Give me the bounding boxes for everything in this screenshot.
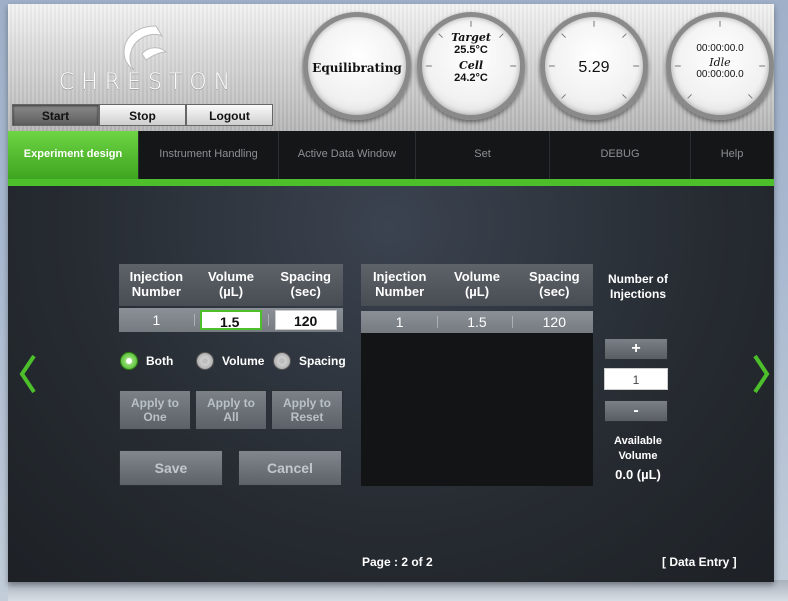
temperature-gauge: Target 25.5°C Cell 24.2°C <box>417 12 525 120</box>
reading-value: 5.29 <box>578 59 610 76</box>
list-header: Injection Number Volume (µL) Spacing (sec) <box>361 264 593 306</box>
editor-volume-cell: 1.5 <box>194 310 269 330</box>
main-content: Injection Number Volume (µL) Spacing (sec) … <box>8 186 774 582</box>
volume-input[interactable]: 1.5 <box>200 310 262 330</box>
editor-spacing-cell: 120 <box>268 310 343 330</box>
header-button-row: Start Stop Logout <box>12 104 273 126</box>
desktop-shadow <box>8 580 788 601</box>
radio-both-label: Both <box>146 354 174 368</box>
available-volume-value: 0.0 (µL) <box>615 467 661 482</box>
next-page-arrow-icon[interactable] <box>751 352 771 396</box>
divider <box>194 314 195 326</box>
radio-volume[interactable]: Volume <box>196 352 264 370</box>
timer-state: Idle <box>709 56 731 69</box>
header: CHRESTON Start Stop Logout Equilibrating… <box>8 4 774 131</box>
editor-header: Injection Number Volume (µL) Spacing (sec) <box>119 264 343 306</box>
editor-header-spacing: Spacing (sec) <box>280 269 331 299</box>
tab-help[interactable]: Help <box>691 131 774 179</box>
list-row[interactable]: 1 1.5 120 <box>361 311 593 333</box>
app-window: CHRESTON Start Stop Logout Equilibrating… <box>8 4 774 582</box>
tab-set[interactable]: Set <box>416 131 550 179</box>
page-indicator: Page : 2 of 2 <box>362 555 433 569</box>
save-button[interactable]: Save <box>119 450 223 486</box>
brand-name: CHRESTON <box>58 70 238 95</box>
radio-volume-label: Volume <box>222 354 265 368</box>
list-header-injection: Injection Number <box>372 269 427 299</box>
logo: CHRESTON <box>58 20 238 100</box>
editor-header-injection: Injection Number <box>129 269 184 299</box>
number-of-injections-label: Number of Injections <box>608 272 668 301</box>
decrement-button[interactable]: - <box>604 400 668 422</box>
list-header-volume: Volume (µL) <box>453 269 500 299</box>
timer-top: 00:00:00.0 <box>696 43 744 54</box>
status-text: Equilibrating <box>312 61 402 75</box>
tab-debug[interactable]: DEBUG <box>550 131 691 179</box>
target-label: Target <box>451 31 491 44</box>
editor-row: 1 1.5 120 <box>119 308 343 332</box>
divider <box>437 316 438 328</box>
status-gauge: Equilibrating <box>303 12 411 120</box>
mode-indicator: [ Data Entry ] <box>662 555 737 569</box>
cancel-button[interactable]: Cancel <box>238 450 342 486</box>
tab-experiment-design[interactable]: Experiment design <box>8 131 139 179</box>
increment-button[interactable]: + <box>604 338 668 360</box>
main-nav: Experiment design Instrument Handling Ac… <box>8 131 774 186</box>
cell-label: Cell <box>458 59 484 72</box>
timer-bottom: 00:00:00.0 <box>696 69 744 80</box>
list-row-spacing: 120 <box>542 314 566 330</box>
injection-count-input[interactable]: 1 <box>604 368 668 390</box>
radio-spacing-label: Spacing <box>299 354 346 368</box>
radio-unchecked-icon <box>196 352 214 370</box>
cell-value: 24.2°C <box>454 72 488 84</box>
divider <box>268 314 269 326</box>
target-value: 25.5°C <box>454 44 488 56</box>
apply-to-all-button[interactable]: Apply to All <box>195 390 267 430</box>
list-row-volume: 1.5 <box>467 314 487 330</box>
radio-spacing[interactable]: Spacing <box>273 352 346 370</box>
radio-unchecked-icon <box>273 352 291 370</box>
start-button[interactable]: Start <box>12 104 99 126</box>
available-volume-label: Available Volume <box>614 435 662 462</box>
tab-instrument-handling[interactable]: Instrument Handling <box>139 131 279 179</box>
logo-icon <box>123 25 168 71</box>
radio-checked-icon <box>120 352 138 370</box>
tab-active-data-window[interactable]: Active Data Window <box>279 131 416 179</box>
list-header-spacing: Spacing (sec) <box>529 269 580 299</box>
apply-to-one-button[interactable]: Apply to One <box>119 390 191 430</box>
apply-to-reset-button[interactable]: Apply to Reset <box>271 390 343 430</box>
divider <box>512 316 513 328</box>
previous-page-arrow-icon[interactable] <box>18 352 38 396</box>
radio-both[interactable]: Both <box>120 352 173 370</box>
spacing-input[interactable]: 120 <box>274 310 337 330</box>
list-row-number: 1 <box>395 314 404 330</box>
timer-gauge: 00:00:00.0 Idle 00:00:00.0 <box>666 12 774 120</box>
editor-row-number: 1 <box>152 312 161 328</box>
reading-gauge: 5.29 <box>540 12 648 120</box>
editor-header-volume: Volume (µL) <box>208 269 254 299</box>
stop-button[interactable]: Stop <box>99 104 186 126</box>
injection-list[interactable] <box>361 333 593 486</box>
logout-button[interactable]: Logout <box>186 104 273 126</box>
